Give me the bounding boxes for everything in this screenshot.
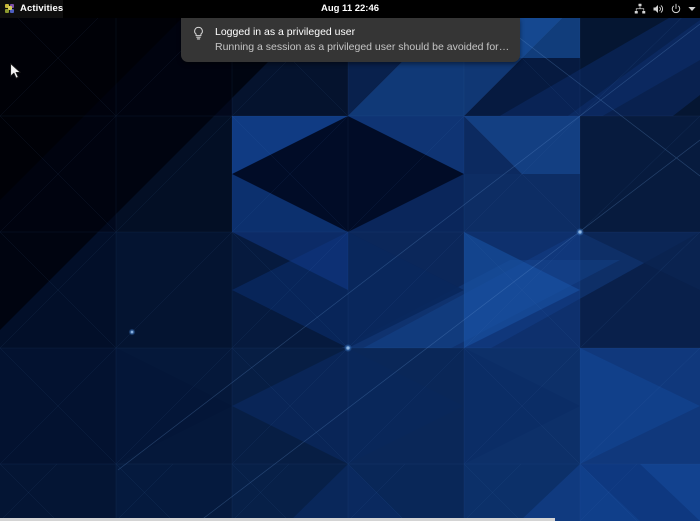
clock-button[interactable]: Aug 11 22:46 bbox=[317, 0, 383, 18]
volume-high-icon[interactable] bbox=[652, 3, 664, 15]
activities-button[interactable]: Activities bbox=[0, 0, 63, 18]
desktop-screen: Activities Aug 11 22:46 bbox=[0, 0, 700, 521]
gnome-top-bar: Activities Aug 11 22:46 bbox=[0, 0, 700, 18]
notification-title: Logged in as a privileged user bbox=[215, 25, 510, 39]
fedora-dots-icon bbox=[5, 4, 16, 15]
notification-description: Running a session as a privileged user s… bbox=[215, 40, 510, 54]
activities-label: Activities bbox=[20, 0, 63, 18]
lightbulb-icon bbox=[191, 26, 206, 42]
power-icon[interactable] bbox=[670, 3, 682, 15]
system-status-area[interactable] bbox=[634, 0, 696, 18]
desktop-wallpaper[interactable] bbox=[0, 0, 700, 521]
notification-content: Logged in as a privileged user Running a… bbox=[215, 25, 510, 54]
chevron-down-icon[interactable] bbox=[688, 3, 696, 15]
network-wired-icon[interactable] bbox=[634, 3, 646, 15]
clock-area: Aug 11 22:46 bbox=[0, 0, 700, 18]
notification-banner[interactable]: Logged in as a privileged user Running a… bbox=[181, 18, 520, 62]
